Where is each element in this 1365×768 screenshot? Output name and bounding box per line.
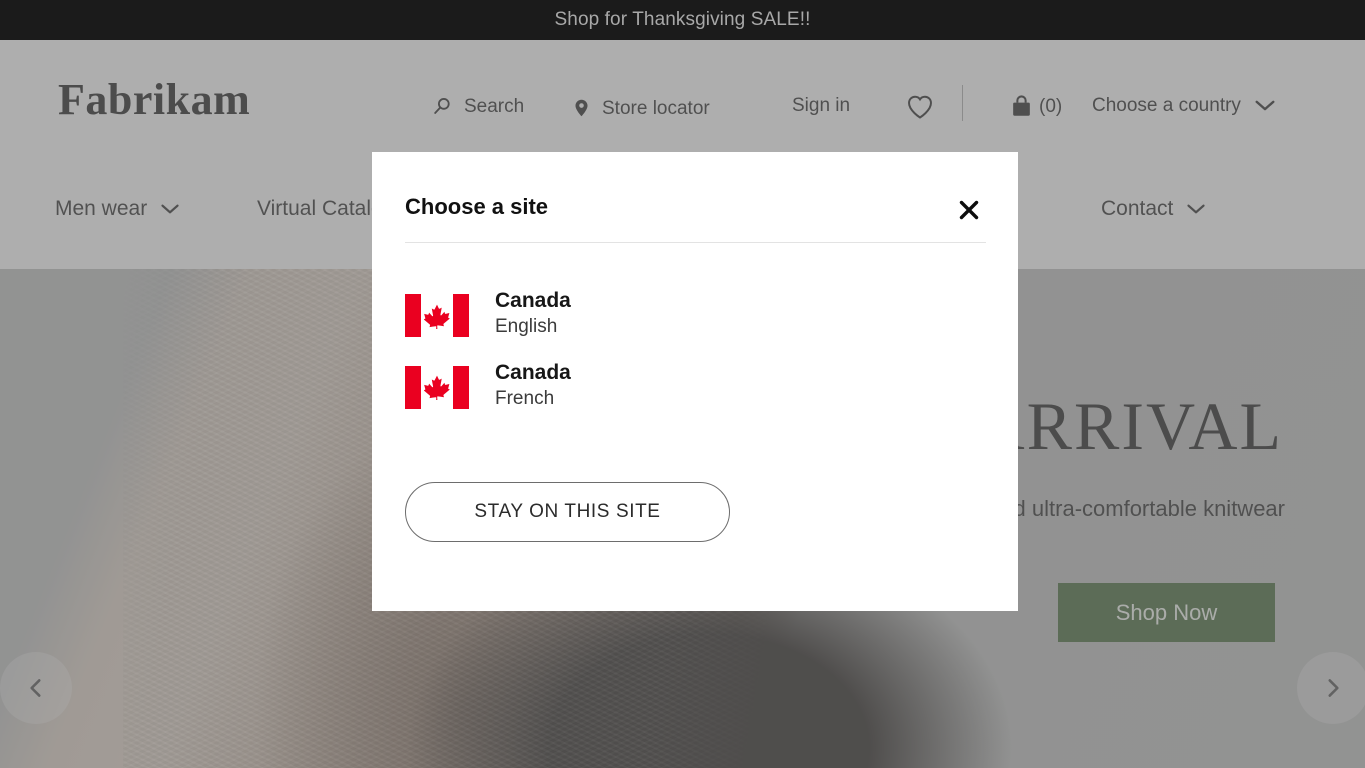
search-icon bbox=[432, 96, 453, 117]
shopping-bag-icon bbox=[1010, 94, 1033, 119]
site-options-list: Canada English Canada French bbox=[405, 277, 986, 421]
site-option-language: English bbox=[495, 316, 558, 338]
close-button[interactable] bbox=[953, 194, 985, 226]
chevron-down-icon bbox=[1254, 98, 1276, 113]
shop-now-button[interactable]: Shop Now bbox=[1058, 583, 1275, 642]
cart-count: (0) bbox=[1039, 96, 1063, 117]
nav-item-label: Contact bbox=[1101, 197, 1174, 220]
choose-country-label: Choose a country bbox=[1092, 95, 1241, 116]
brand-logo[interactable]: Fabrikam bbox=[58, 78, 250, 122]
store-locator-button[interactable]: Store locator bbox=[572, 96, 710, 120]
page-root: Shop for Thanksgiving SALE!! NEW ARRIVAL… bbox=[0, 0, 1365, 768]
site-option-language: French bbox=[495, 388, 555, 410]
search-label: Search bbox=[464, 96, 525, 117]
canada-flag-icon bbox=[405, 365, 469, 409]
chevron-left-icon bbox=[23, 675, 49, 701]
modal-header: Choose a site bbox=[405, 152, 986, 243]
canada-flag-icon bbox=[405, 294, 469, 337]
sign-in-button[interactable]: Sign in bbox=[792, 96, 850, 115]
chevron-down-icon bbox=[160, 202, 180, 216]
nav-item-label: Men wear bbox=[55, 197, 148, 220]
sign-in-label: Sign in bbox=[792, 95, 851, 116]
store-locator-label: Store locator bbox=[602, 97, 710, 119]
wishlist-button[interactable] bbox=[906, 94, 934, 120]
cart-button[interactable]: (0) bbox=[1010, 94, 1062, 119]
site-option-country: Canada bbox=[495, 360, 571, 384]
promo-banner-text: Shop for Thanksgiving SALE!! bbox=[554, 9, 811, 30]
header-top-row: Fabrikam Search Store locator Sign in (0… bbox=[0, 40, 1365, 169]
close-icon bbox=[957, 198, 981, 222]
nav-item-men-wear[interactable]: Men wear bbox=[55, 197, 180, 221]
chevron-right-icon bbox=[1320, 675, 1346, 701]
location-pin-icon bbox=[572, 96, 591, 120]
carousel-prev-button[interactable] bbox=[0, 652, 72, 724]
site-option-canada-english[interactable]: Canada English bbox=[405, 277, 986, 349]
choose-country-dropdown[interactable]: Choose a country bbox=[1092, 96, 1276, 115]
search-button[interactable]: Search bbox=[432, 96, 524, 117]
site-option-text: Canada English bbox=[495, 288, 571, 338]
heart-icon bbox=[906, 94, 934, 120]
stay-on-this-site-button[interactable]: STAY ON THIS SITE bbox=[405, 482, 730, 542]
modal-title: Choose a site bbox=[405, 194, 549, 219]
nav-item-contact[interactable]: Contact bbox=[1101, 197, 1206, 221]
carousel-next-button[interactable] bbox=[1297, 652, 1365, 724]
choose-site-modal: Choose a site Canada English Canada Fren… bbox=[372, 152, 1018, 611]
header-divider bbox=[962, 85, 963, 121]
site-option-country: Canada bbox=[495, 289, 571, 312]
site-option-canada-french[interactable]: Canada French bbox=[405, 349, 986, 421]
site-option-text: Canada French bbox=[495, 360, 571, 410]
promo-banner: Shop for Thanksgiving SALE!! bbox=[0, 0, 1365, 40]
chevron-down-icon bbox=[1186, 202, 1206, 216]
